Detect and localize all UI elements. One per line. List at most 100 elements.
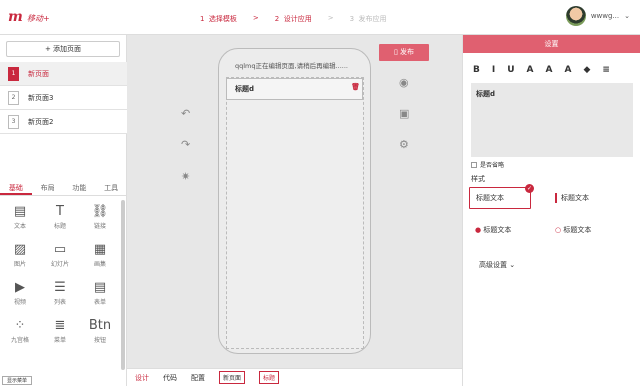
save-icon[interactable]: ▣ — [399, 107, 409, 120]
chevron-down-icon: ⌄ — [509, 261, 516, 269]
tab-design[interactable]: 设计 — [135, 373, 149, 383]
component-icon: ▤ — [93, 280, 107, 295]
breadcrumb-page[interactable]: 新页面 — [219, 371, 246, 384]
check-icon: ✓ — [525, 184, 534, 193]
ellipsis-checkbox[interactable]: 是否省略 — [471, 160, 504, 169]
component-item[interactable]: T 标题 — [40, 203, 80, 233]
font-size-icon[interactable]: A — [527, 65, 534, 75]
component-icon: ⛓ — [91, 204, 109, 219]
component-item[interactable]: ▭ 幻灯片 — [40, 241, 80, 271]
page-label: 新页面2 — [28, 117, 54, 126]
trash-icon[interactable]: 🗑 — [351, 77, 360, 97]
tab-layout[interactable]: 布局 — [32, 180, 64, 195]
step-2[interactable]: 2 设计应用 — [275, 14, 312, 24]
style-option-bar[interactable]: 标题文本 — [555, 193, 589, 203]
bottom-bar: 设计 代码 配置 新页面 标题 — [127, 368, 462, 386]
step-1[interactable]: 1 选择模板 — [200, 14, 237, 24]
app-logo: m — [8, 9, 23, 25]
page-area[interactable] — [226, 77, 364, 349]
component-icon: ▨ — [13, 242, 27, 257]
component-label: 菜单 — [53, 337, 66, 344]
component-icon: ≣ — [54, 318, 66, 333]
step-3[interactable]: 3 发布应用 — [350, 14, 387, 24]
title-component[interactable]: 标题d 🗑 — [226, 78, 363, 100]
gear-icon[interactable]: ⚙ — [399, 138, 409, 151]
tab-config[interactable]: 配置 — [191, 373, 205, 383]
redo-icon[interactable]: ↷ — [181, 138, 190, 151]
component-icon: ▤ — [13, 204, 27, 219]
component-tabs: 基础 布局 功能 工具 — [0, 180, 127, 196]
step-separator: > — [327, 14, 334, 22]
text-editor[interactable]: 标题d — [471, 83, 633, 157]
text-style-icon[interactable]: A — [546, 65, 553, 75]
breadcrumb-component[interactable]: 标题 — [259, 371, 280, 384]
scrollbar[interactable] — [121, 200, 125, 370]
italic-icon[interactable]: I — [492, 65, 495, 75]
chevron-down-icon: ⌄ — [624, 12, 630, 20]
page-item[interactable]: 1 新页面 — [0, 62, 127, 86]
component-label: 列表 — [53, 299, 66, 306]
component-label: 幻灯片 — [50, 261, 69, 268]
app-name: 移动+ — [27, 14, 50, 23]
tab-tools[interactable]: 工具 — [95, 180, 127, 195]
style-option-ring[interactable]: ○ 标题文本 — [555, 225, 591, 235]
component-item[interactable]: ▦ 画集 — [80, 241, 120, 271]
component-label: 标题 — [53, 223, 66, 230]
tab-function[interactable]: 功能 — [64, 180, 96, 195]
component-icon: ▦ — [93, 242, 107, 257]
align-icon[interactable]: ≡ — [602, 65, 610, 75]
page-label: 新页面 — [28, 69, 49, 78]
underline-icon[interactable]: U — [507, 65, 514, 75]
component-item[interactable]: ▤ 文本 — [0, 203, 40, 233]
menu-tooltip: 显示菜单 — [2, 376, 32, 385]
component-item[interactable]: ⛓ 链接 — [80, 203, 120, 233]
tab-basic[interactable]: 基础 — [0, 180, 32, 195]
settings-header: 设置 — [463, 35, 640, 53]
component-label: 九宫格 — [10, 337, 29, 344]
component-label: 表单 — [93, 299, 106, 306]
component-item[interactable]: Btn 按钮 — [80, 317, 120, 347]
component-label: 链接 — [93, 223, 106, 230]
add-page-button[interactable]: + 添加页面 — [6, 41, 120, 57]
component-label: 图片 — [13, 261, 26, 268]
left-panel: + 添加页面 1 新页面 2 新页面3 3 新页面2 基础 布局 功能 工具 ▤… — [0, 35, 127, 386]
fill-color-icon[interactable]: ◆ — [583, 65, 590, 75]
component-label: 画集 — [93, 261, 106, 268]
user-name: wwwg... — [590, 12, 620, 20]
component-item[interactable]: ≣ 菜单 — [40, 317, 80, 347]
component-item[interactable]: ☰ 列表 — [40, 279, 80, 309]
eye-icon[interactable]: ◉ — [399, 76, 409, 89]
component-label: 视频 — [13, 299, 26, 306]
checkbox[interactable] — [471, 161, 477, 168]
component-item[interactable]: ⁘ 九宫格 — [0, 317, 40, 347]
component-icon: ⁘ — [14, 318, 26, 333]
component-icon: ☰ — [54, 280, 66, 295]
top-bar: m 移动+ 1 选择模板 > 2 设计应用 > 3 发布应用 wwwg... ⌄ — [0, 0, 640, 35]
bold-icon[interactable]: B — [473, 65, 480, 75]
tab-code[interactable]: 代码 — [163, 373, 177, 383]
font-color-icon[interactable]: A — [564, 65, 571, 75]
component-icon: Btn — [88, 318, 112, 333]
settings-panel: 设置 B I U A A A ◆ ≡ 标题d 是否省略 样式 标题文本 ✓ 标题… — [462, 35, 640, 386]
component-grid: ▤ 文本 T 标题 ⛓ 链接 ▨ 图片 ▭ 幻灯片 ▦ 画集 ▶ 视频 ☰ 列表 ▤ 表单 ⁘ 九宫格 ≣ 菜单 Btn 按钮 — [0, 203, 120, 347]
user-menu[interactable]: wwwg... ⌄ — [565, 6, 630, 26]
bug-icon[interactable]: ✷ — [181, 170, 190, 183]
style-label: 样式 — [471, 175, 485, 183]
publish-button[interactable]: ▯ 发布 — [379, 44, 429, 61]
page-item[interactable]: 2 新页面3 — [0, 86, 127, 110]
step-separator: > — [252, 14, 259, 22]
component-item[interactable]: ▨ 图片 — [0, 241, 40, 271]
editing-notice: qqlmq正在编辑页面,请稍后再编辑...... — [235, 62, 348, 70]
page-item[interactable]: 3 新页面2 — [0, 110, 127, 134]
component-icon: ▭ — [53, 242, 67, 257]
style-option-dot[interactable]: ● 标题文本 — [475, 225, 511, 235]
component-item[interactable]: ▶ 视频 — [0, 279, 40, 309]
component-label: 文本 — [13, 223, 26, 230]
undo-icon[interactable]: ↶ — [181, 107, 190, 120]
page-label: 新页面3 — [28, 93, 54, 102]
style-option-boxed[interactable]: 标题文本 ✓ — [469, 184, 534, 209]
advanced-settings-toggle[interactable]: 高级设置 ⌄ — [479, 260, 515, 270]
component-label: 按钮 — [93, 337, 106, 344]
component-icon: ▶ — [15, 280, 25, 295]
component-item[interactable]: ▤ 表单 — [80, 279, 120, 309]
